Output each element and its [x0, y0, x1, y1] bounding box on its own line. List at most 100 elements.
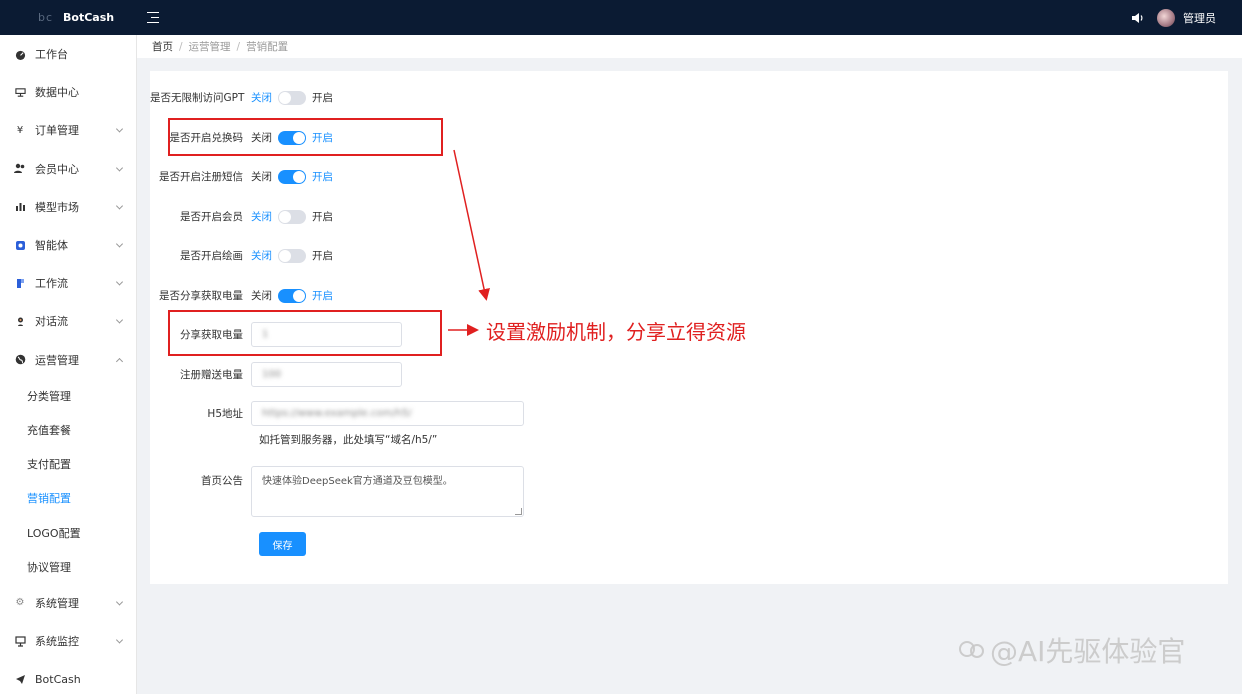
- form-row-drawing: 是否开启绘画 关闭 开启: [150, 248, 333, 263]
- form-row-notice: 首页公告 快速体验DeepSeek官方通道及豆包模型。: [150, 466, 524, 517]
- top-navbar: bc BotCash 管理员: [0, 0, 1242, 35]
- chevron-down-icon: [115, 636, 124, 644]
- monitor-icon: [13, 634, 27, 648]
- notice-textarea[interactable]: 快速体验DeepSeek官方通道及豆包模型。: [251, 466, 524, 517]
- sidebar-subitem-agreement[interactable]: 协议管理: [0, 550, 136, 584]
- brand-name: BotCash: [63, 11, 115, 24]
- sidebar-subitem-payment[interactable]: 支付配置: [0, 447, 136, 481]
- switch-on-label: 开启: [312, 211, 333, 223]
- dashboard-icon: [13, 47, 27, 61]
- breadcrumb-separator: /: [179, 40, 183, 53]
- sidebar: 工作台 数据中心 ¥ 订单管理 会员中心 模型市场 智能体 工作流 对话流 运营…: [0, 35, 137, 694]
- breadcrumb-level2: 营销配置: [246, 41, 289, 53]
- form-row-h5: H5地址 https://www.example.com/h5/: [150, 401, 524, 426]
- chevron-down-icon: [115, 278, 124, 286]
- toggle-switch-register-sms[interactable]: [278, 169, 306, 184]
- field-label: 是否开启注册短信: [159, 171, 243, 183]
- yen-icon: ¥: [16, 124, 24, 136]
- sidebar-item-dialog-flow[interactable]: 对话流: [0, 302, 136, 340]
- sidebar-item-label: 对话流: [35, 315, 68, 329]
- form-row-register-amount: 注册赠送电量 100: [150, 362, 402, 387]
- h5-url-value: https://www.example.com/h5/: [262, 408, 412, 419]
- sidebar-item-model-market[interactable]: 模型市场: [0, 188, 136, 226]
- sidebar-item-system[interactable]: ⚙ 系统管理: [0, 584, 136, 622]
- data-icon: [13, 85, 27, 99]
- toggle-switch-share-power[interactable]: [278, 288, 306, 303]
- toggle-switch-gpt[interactable]: [278, 90, 306, 105]
- field-label: 是否开启绘画: [180, 250, 243, 262]
- toggle-switch-drawing[interactable]: [278, 248, 306, 263]
- sidebar-item-label: 智能体: [35, 239, 68, 253]
- switch-off-label: 关闭: [251, 250, 272, 262]
- chevron-down-icon: [115, 202, 124, 210]
- field-label: 首页公告: [201, 475, 243, 487]
- agent-icon: [13, 238, 27, 252]
- sidebar-item-orders[interactable]: ¥ 订单管理: [0, 111, 136, 149]
- annotation-text: 设置激励机制，分享立得资源: [486, 320, 746, 344]
- sidebar-subitem-category[interactable]: 分类管理: [0, 379, 136, 413]
- sidebar-subitem-marketing[interactable]: 营销配置: [0, 481, 136, 515]
- sidebar-item-operations[interactable]: 运营管理: [0, 341, 136, 379]
- watermark-text: @AI先驱体验官: [990, 635, 1186, 668]
- switch-off-label: 关闭: [251, 290, 272, 302]
- sidebar-item-label: 工作流: [35, 277, 68, 291]
- switch-off-label: 关闭: [251, 92, 272, 104]
- switch-off-label: 关闭: [251, 171, 272, 183]
- sidebar-subitem-logo[interactable]: LOGO配置: [0, 515, 136, 549]
- field-label: H5地址: [207, 408, 243, 420]
- avatar[interactable]: [1157, 8, 1175, 27]
- sidebar-item-label: 系统管理: [35, 596, 79, 610]
- chevron-down-icon: [115, 240, 124, 248]
- sidebar-item-agents[interactable]: 智能体: [0, 226, 136, 264]
- sidebar-item-label: 工作台: [35, 48, 68, 62]
- field-label: 是否无限制访问GPT: [150, 92, 245, 104]
- globe-icon: [13, 353, 27, 367]
- gear-icon: ⚙: [15, 597, 25, 609]
- chevron-down-icon: [115, 316, 124, 324]
- sidebar-item-label: 模型市场: [35, 200, 79, 214]
- highlight-box-share: [168, 310, 442, 356]
- toggle-switch-membership[interactable]: [278, 209, 306, 224]
- bar-chart-icon: [13, 200, 27, 214]
- sidebar-item-label: 运营管理: [35, 353, 79, 367]
- watermark: @AI先驱体验官: [958, 630, 1185, 670]
- h5-hint: 如托管到服务器，此处填写“域名/h5/”: [259, 434, 438, 446]
- brand[interactable]: bc BotCash: [0, 11, 137, 24]
- sidebar-item-members[interactable]: 会员中心: [0, 150, 136, 188]
- sidebar-item-workflow[interactable]: 工作流: [0, 264, 136, 302]
- sidebar-item-label: 会员中心: [35, 162, 79, 176]
- workflow-icon: [13, 276, 27, 290]
- field-label: 注册赠送电量: [180, 369, 243, 381]
- h5-url-input[interactable]: https://www.example.com/h5/: [251, 401, 524, 426]
- sidebar-item-workbench[interactable]: 工作台: [0, 35, 136, 73]
- register-power-input[interactable]: 100: [251, 362, 402, 387]
- chevron-down-icon: [115, 598, 124, 606]
- sidebar-subitem-recharge[interactable]: 充值套餐: [0, 413, 136, 447]
- switch-off-label: 关闭: [251, 211, 272, 223]
- breadcrumb: 首页 / 运营管理 / 营销配置: [137, 35, 1242, 58]
- admin-name[interactable]: 管理员: [1183, 10, 1216, 26]
- menu-collapse-icon[interactable]: [147, 11, 161, 24]
- sidebar-item-label: BotCash: [35, 672, 81, 686]
- switch-on-label: 开启: [312, 290, 333, 302]
- sidebar-item-monitor[interactable]: 系统监控: [0, 622, 136, 660]
- chevron-down-icon: [115, 164, 124, 172]
- form-row-share-power: 是否分享获取电量 关闭 开启: [150, 288, 333, 303]
- chevron-down-icon: [115, 125, 124, 134]
- sidebar-item-label: 系统监控: [35, 635, 79, 649]
- brand-logo: bc: [38, 11, 54, 24]
- users-icon: [13, 162, 27, 176]
- sidebar-item-botcash[interactable]: BotCash: [0, 660, 136, 694]
- sidebar-item-data-center[interactable]: 数据中心: [0, 73, 136, 111]
- breadcrumb-level1[interactable]: 运营管理: [189, 39, 231, 54]
- save-button[interactable]: 保存: [259, 532, 306, 556]
- chevron-up-icon: [115, 357, 124, 365]
- switch-on-label: 开启: [312, 250, 333, 262]
- register-power-value: 100: [262, 369, 282, 380]
- form-row-membership: 是否开启会员 关闭 开启: [150, 209, 333, 224]
- field-label: 是否开启会员: [180, 211, 243, 223]
- breadcrumb-home[interactable]: 首页: [152, 39, 173, 54]
- speaker-icon[interactable]: [1131, 12, 1145, 24]
- sidebar-item-label: 数据中心: [35, 86, 79, 100]
- send-icon: [13, 672, 27, 686]
